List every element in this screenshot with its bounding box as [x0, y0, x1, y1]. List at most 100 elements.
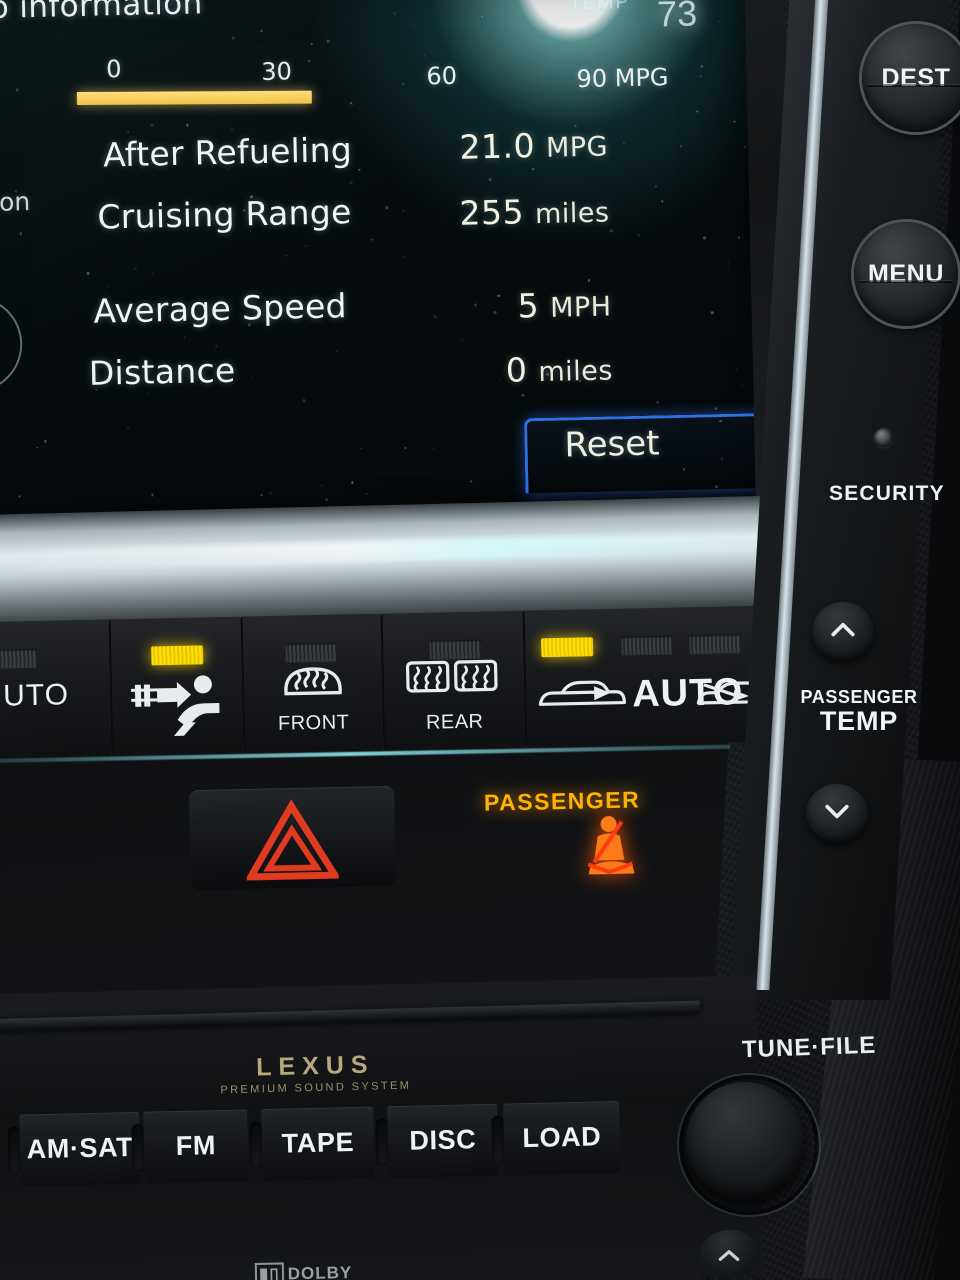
dust-speck: [358, 169, 361, 171]
dust-speck: [293, 159, 295, 160]
dust-speck: [86, 271, 90, 275]
hazard-triangle-icon: [245, 799, 339, 881]
source-label-tape: TAPE: [281, 1126, 355, 1159]
source-button-tape[interactable]: TAPE: [261, 1106, 375, 1182]
dust-speck: [493, 311, 497, 314]
lexus-wordmark: LEXUS: [255, 1050, 375, 1082]
dust-speck: [214, 345, 218, 348]
dust-speck: [126, 426, 130, 430]
dest-button-label: DEST: [881, 63, 951, 92]
chevron-up-icon: [831, 622, 855, 637]
menu-button[interactable]: MENU: [854, 222, 958, 326]
dust-speck: [320, 485, 323, 487]
dust-speck: [57, 459, 59, 461]
climate-button-auto-label: UTO: [2, 678, 70, 713]
climate-button-front-defroster[interactable]: FRONT: [240, 613, 386, 753]
tune-file-label: TUNE·FILE: [741, 1031, 877, 1064]
navigation-display: rip information OUTSIDETEMP 73 aption se…: [0, 0, 756, 519]
security-indicator-led: [874, 428, 893, 447]
lexus-brand-mark: LEXUS PREMIUM SOUND SYSTEM: [220, 1050, 411, 1097]
climate-button-auto-recirculation[interactable]: AUTO: [522, 605, 774, 747]
dust-speck: [168, 92, 170, 95]
climate-button-rear-defroster[interactable]: REAR: [380, 610, 528, 750]
source-label-disc: DISC: [409, 1124, 477, 1156]
dust-speck: [531, 167, 535, 171]
climate-button-mode-airflow[interactable]: [108, 616, 246, 756]
dust-speck: [231, 36, 235, 40]
indicator-lamp-recirc-inner: [540, 637, 594, 658]
dust-speck: [316, 228, 318, 230]
source-label-load: LOAD: [522, 1121, 602, 1154]
dust-speck: [557, 157, 559, 159]
dust-speck: [679, 144, 683, 148]
source-button-load[interactable]: LOAD: [503, 1100, 621, 1176]
audio-source-button-row: AM·SAT FM TAPE DISC LOAD: [0, 1100, 659, 1194]
reset-button-label: Reset: [564, 423, 660, 466]
dust-speck: [521, 394, 525, 397]
dust-speck: [250, 376, 252, 378]
recirculation-icon: AUTO: [526, 662, 774, 730]
dust-speck: [15, 88, 19, 92]
indicator-lamp-auto: [0, 648, 38, 669]
indicator-lamp-recirc-mid: [620, 635, 674, 656]
indicator-lamp-mode: [151, 645, 204, 666]
dust-speck: [250, 195, 254, 198]
indicator-lamp-recirc-outer: [688, 634, 742, 655]
airflow-seat-icon: [112, 669, 244, 747]
dust-speck: [609, 229, 613, 233]
passenger-temp-label: PASSENGER TEMP: [800, 687, 918, 737]
passenger-temp-up-button[interactable]: [812, 602, 874, 660]
dust-speck: [393, 12, 396, 16]
dust-speck: [243, 209, 246, 212]
dust-speck: [247, 323, 251, 327]
dust-speck: [604, 62, 607, 65]
dust-speck: [151, 272, 154, 275]
dust-speck: [134, 267, 137, 270]
source-label-am-sat: AM·SAT: [26, 1131, 134, 1165]
row-value-after-refueling: 21.0 MPG: [459, 126, 609, 167]
dust-speck: [185, 124, 189, 127]
dest-button[interactable]: DEST: [862, 24, 960, 132]
dust-speck: [700, 65, 704, 68]
dolby-logo: ▮▯ DOLBY: [254, 1261, 353, 1280]
passenger-temp-line2: TEMP: [819, 706, 899, 737]
dust-speck: [718, 419, 722, 423]
dust-speck: [18, 495, 21, 498]
dust-speck: [136, 265, 138, 267]
front-defroster-icon: [243, 658, 382, 710]
row-label-average-speed: Average Speed: [93, 286, 348, 331]
dust-speck: [304, 245, 307, 247]
dust-speck: [691, 4, 693, 6]
tune-file-knob[interactable]: [686, 1082, 804, 1200]
source-button-am-sat[interactable]: AM·SAT: [19, 1111, 141, 1187]
dust-speck: [216, 140, 217, 141]
dust-speck: [335, 350, 338, 353]
dust-speck: [515, 52, 516, 53]
row-value-average-speed: 5 MPH: [517, 286, 612, 326]
dust-speck: [703, 236, 706, 240]
dust-speck: [622, 141, 625, 145]
dust-speck: [505, 337, 507, 339]
dust-speck: [664, 26, 666, 27]
dust-speck: [414, 24, 416, 26]
climate-button-auto[interactable]: UTO: [0, 619, 114, 759]
security-label: SECURITY: [829, 482, 945, 505]
passenger-temp-down-button[interactable]: [806, 784, 868, 842]
row-label-cruising-range: Cruising Range: [97, 192, 353, 237]
source-button-fm[interactable]: FM: [143, 1109, 249, 1184]
source-button-disc[interactable]: DISC: [387, 1103, 499, 1179]
dust-speck: [307, 59, 310, 62]
dust-speck: [424, 55, 425, 56]
rear-defroster-icon: [383, 655, 524, 709]
dust-speck: [269, 492, 272, 495]
climate-button-front-label: FRONT: [277, 711, 350, 735]
dust-speck: [740, 384, 744, 387]
dolby-label: DOLBY: [287, 1262, 353, 1280]
hazard-light-button[interactable]: [188, 785, 397, 891]
row-label-distance: Distance: [88, 350, 236, 393]
seek-up-button[interactable]: [700, 1230, 760, 1278]
row-value-cruising-range: 255 miles: [459, 192, 610, 233]
dust-speck: [497, 294, 500, 298]
menu-button-label: MENU: [867, 259, 944, 288]
chevron-up-icon: [718, 1250, 740, 1261]
